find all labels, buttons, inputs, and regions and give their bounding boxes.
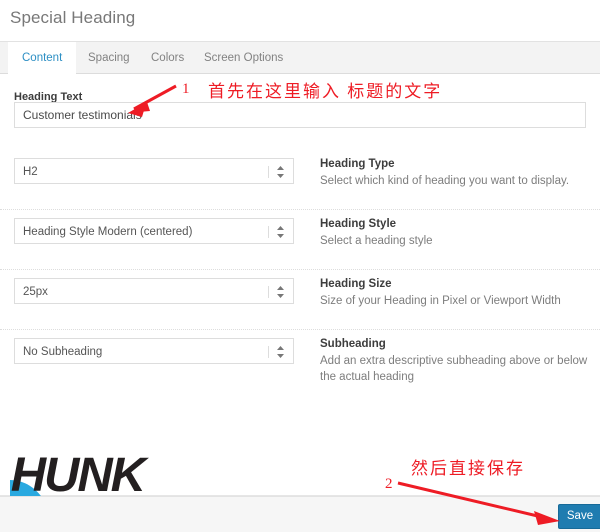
updown-arrows-icon — [276, 285, 285, 299]
field-row-subheading: No Subheading Subheading Add an extra de… — [0, 330, 600, 390]
bottom-toolbar — [0, 496, 600, 532]
select-divider — [268, 346, 269, 358]
tab-screen-options[interactable]: Screen Options — [190, 42, 297, 74]
logo-wordmark: HUNK — [10, 449, 146, 502]
heading-style-select[interactable]: Heading Style Modern (centered) — [14, 218, 294, 244]
select-divider — [268, 226, 269, 238]
heading-type-desc-text: Select which kind of heading you want to… — [320, 175, 570, 187]
tab-content[interactable]: Content — [8, 42, 77, 74]
settings-form: Heading Text H2 Heading Type Select whic… — [0, 74, 600, 426]
heading-size-desc-text: Size of your Heading in Pixel or Viewpor… — [320, 295, 561, 307]
heading-style-desc-text: Select a heading style — [320, 235, 433, 247]
heading-size-select-value: 25px — [23, 286, 48, 298]
updown-arrows-icon — [276, 225, 285, 239]
panel-header: Special Heading — [0, 0, 600, 42]
heading-text-input[interactable] — [14, 102, 586, 128]
select-divider — [268, 166, 269, 178]
save-button[interactable]: Save — [558, 504, 600, 529]
heading-style-desc-title: Heading Style — [320, 218, 397, 230]
page-title: Special Heading — [10, 8, 136, 27]
subheading-desc-title: Subheading — [320, 338, 386, 350]
field-row-heading-size: 25px Heading Size Size of your Heading i… — [0, 270, 600, 330]
tab-spacing[interactable]: Spacing — [74, 42, 144, 74]
heading-size-select[interactable]: 25px — [14, 278, 294, 304]
updown-arrows-icon — [276, 165, 285, 179]
field-row-heading-type: H2 Heading Type Select which kind of hea… — [0, 150, 600, 210]
heading-type-desc-title: Heading Type — [320, 158, 395, 170]
updown-arrows-icon — [276, 345, 285, 359]
heading-type-select[interactable]: H2 — [14, 158, 294, 184]
subheading-select-value: No Subheading — [23, 346, 103, 358]
heading-type-select-value: H2 — [23, 166, 38, 178]
special-heading-settings-panel: Special Heading Content Spacing Colors S… — [0, 0, 600, 532]
select-divider — [268, 286, 269, 298]
subheading-select[interactable]: No Subheading — [14, 338, 294, 364]
tab-bar: Content Spacing Colors Screen Options — [0, 42, 600, 74]
subheading-desc-text: Add an extra descriptive subheading abov… — [320, 355, 588, 383]
heading-size-desc-title: Heading Size — [320, 278, 392, 290]
heading-style-select-value: Heading Style Modern (centered) — [23, 226, 193, 238]
field-row-heading-style: Heading Style Modern (centered) Heading … — [0, 210, 600, 270]
